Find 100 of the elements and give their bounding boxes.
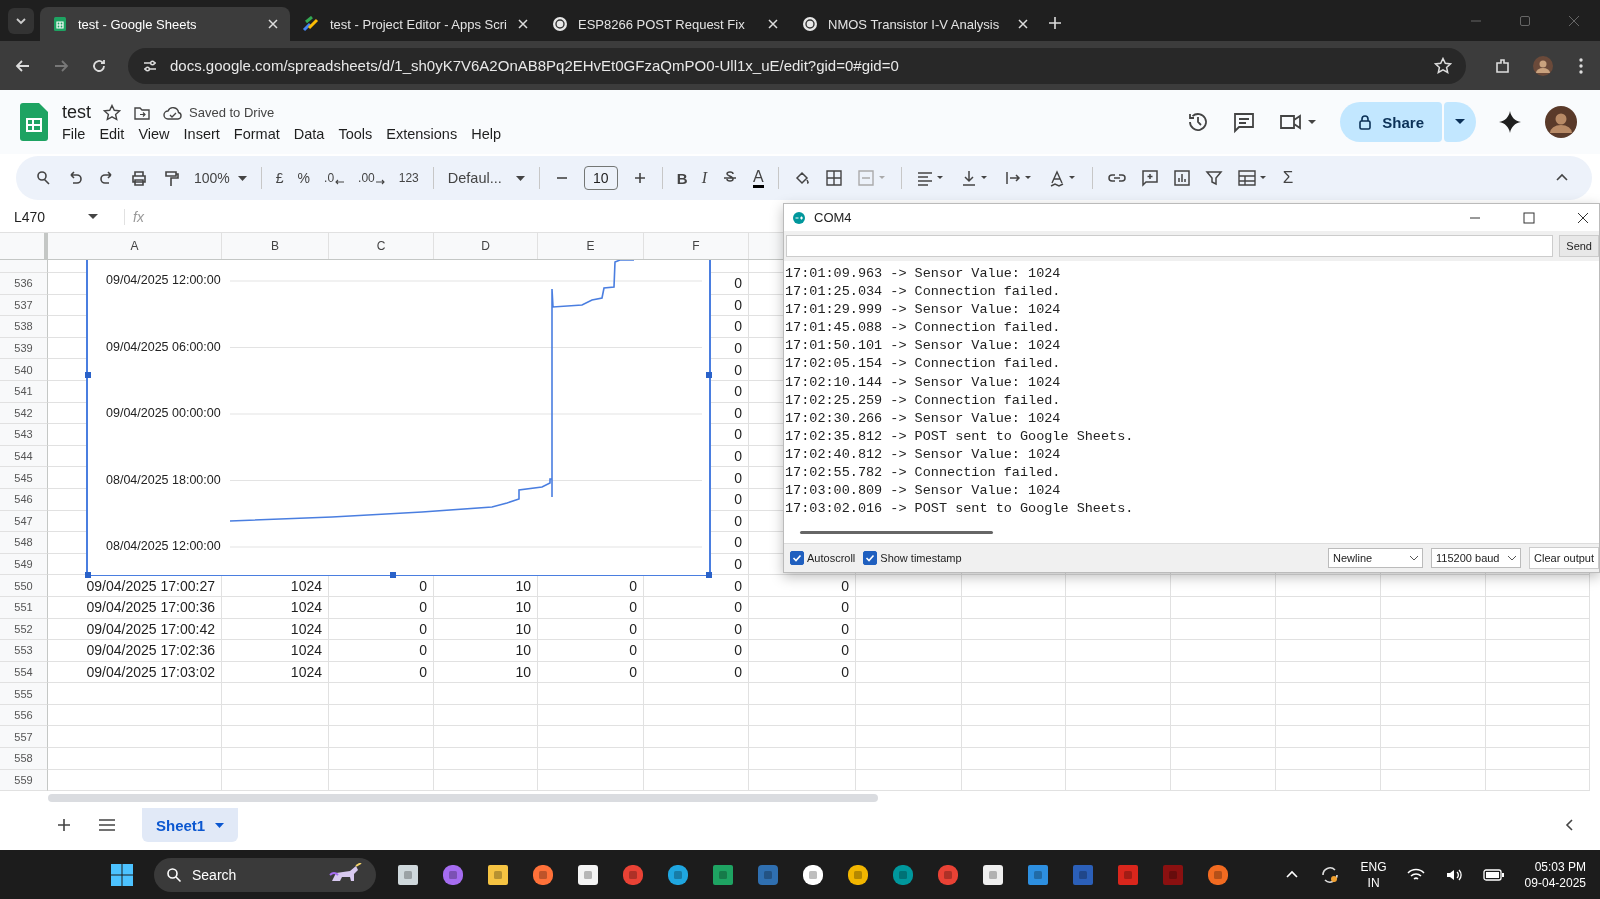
menu-item[interactable]: Extensions (386, 126, 458, 142)
align-icon[interactable] (915, 169, 946, 187)
resize-handle[interactable] (85, 372, 91, 378)
row-header[interactable]: 546 (0, 488, 48, 511)
name-box[interactable]: L470 (14, 209, 88, 225)
sheet-tab[interactable]: Sheet1 (142, 808, 239, 842)
autoscroll-checkbox[interactable]: Autoscroll (790, 551, 856, 565)
merge-cells-icon[interactable] (856, 169, 887, 187)
row-header[interactable]: 547 (0, 510, 48, 533)
percent-button[interactable]: % (297, 170, 311, 186)
sheets-logo-icon[interactable] (20, 103, 48, 141)
currency-button[interactable]: £ (275, 170, 284, 186)
number-format-button[interactable]: 123 (398, 171, 419, 185)
row-header[interactable]: 540 (0, 359, 48, 381)
functions-button[interactable]: Σ (1282, 168, 1294, 188)
row-header[interactable]: 549 (0, 553, 48, 576)
browser-tab[interactable]: test - Google Sheets (40, 7, 290, 41)
row-header[interactable]: 537 (0, 294, 48, 317)
text-color-button[interactable]: A (752, 168, 764, 188)
close-icon[interactable] (1577, 211, 1589, 224)
row-header[interactable]: 544 (0, 445, 48, 468)
maximize-icon[interactable] (1519, 15, 1531, 27)
maximize-icon[interactable] (1523, 211, 1535, 224)
decrease-decimals-button[interactable]: .0 (324, 171, 345, 185)
resize-handle[interactable] (706, 372, 712, 378)
font-size-field[interactable]: 10 (583, 166, 618, 190)
row-header[interactable]: 542 (0, 402, 48, 425)
row-header[interactable]: 539 (0, 337, 48, 360)
menu-item[interactable]: Edit (99, 126, 125, 142)
browser-tab[interactable]: NMOS Transistor I-V Analysis (790, 7, 1040, 41)
tab-search-button[interactable] (8, 8, 34, 34)
share-button[interactable]: Share (1340, 102, 1442, 142)
filter-icon[interactable] (1204, 169, 1223, 187)
scrollbar[interactable] (48, 794, 878, 803)
app-icon[interactable] (981, 862, 1005, 887)
menu-item[interactable]: File (62, 126, 86, 142)
row-header[interactable]: 552 (0, 618, 48, 641)
chart[interactable]: 09/04/2025 12:00:00 09/04/2025 06:00:00 09/04/2025 00:00:00 08/04/2025 18:00:00 08/04/2025 12:00:00 (86, 260, 711, 576)
wifi-icon[interactable] (1406, 866, 1425, 883)
menu-item[interactable]: Insert (183, 126, 220, 142)
menu-item[interactable]: Data (293, 126, 325, 142)
menu-icon[interactable] (98, 817, 116, 833)
row-header[interactable]: 545 (0, 467, 48, 489)
font-dropdown[interactable]: Defaul... (447, 170, 525, 186)
paint-format-icon[interactable] (162, 169, 180, 187)
baud-rate-dropdown[interactable]: 115200 baud (1431, 548, 1522, 568)
battery-icon[interactable] (1482, 867, 1505, 882)
bold-button[interactable]: B (676, 169, 688, 187)
scrollbar[interactable] (800, 531, 993, 534)
chart-icon[interactable] (1172, 169, 1191, 187)
row-header[interactable]: 558 (0, 748, 48, 770)
row-header[interactable]: 543 (0, 424, 48, 446)
increase-decimals-button[interactable]: .00 (358, 171, 385, 185)
borders-icon[interactable] (824, 169, 843, 187)
resize-handle[interactable] (85, 572, 91, 578)
column-header[interactable]: B (222, 233, 329, 259)
new-tab-icon[interactable] (1048, 16, 1062, 30)
star-icon[interactable] (103, 103, 121, 122)
avatar-icon[interactable] (1544, 105, 1578, 139)
search-field[interactable]: Search (154, 857, 376, 892)
italic-button[interactable]: I (701, 169, 707, 187)
search-icon[interactable] (34, 169, 52, 187)
browser-tab[interactable]: test - Project Editor - Apps Scri (290, 7, 540, 41)
comment-icon[interactable] (1232, 110, 1257, 134)
chevron-left-icon[interactable] (1564, 818, 1576, 832)
row-header[interactable]: 555 (0, 683, 48, 705)
column-header[interactable]: C (329, 233, 434, 259)
send-button[interactable]: Send (1559, 235, 1599, 257)
input-field[interactable] (786, 235, 1554, 257)
timestamp-checkbox[interactable]: Show timestamp (863, 551, 962, 565)
column-header[interactable]: E (538, 233, 644, 259)
clear-output-button[interactable]: Clear output (1529, 547, 1599, 569)
resize-handle[interactable] (390, 572, 396, 578)
menu-item[interactable]: Help (471, 126, 501, 142)
windows-start-icon[interactable] (110, 862, 134, 887)
bookmark-star-icon[interactable] (1434, 56, 1452, 75)
share-options-button[interactable] (1444, 102, 1476, 142)
clock[interactable]: 05:03 PM 09-04-2025 (1524, 858, 1586, 891)
sparkle-icon[interactable] (1498, 110, 1522, 134)
menu-item[interactable]: Tools (338, 126, 373, 142)
menu-item[interactable]: Format (233, 126, 280, 142)
column-header[interactable]: D (434, 233, 538, 259)
add-sheet-icon[interactable] (56, 817, 72, 833)
document-title[interactable]: test (62, 102, 91, 123)
row-header[interactable]: 536 (0, 273, 48, 295)
language-indicator[interactable]: ENG IN (1360, 858, 1387, 891)
checkbox[interactable] (863, 551, 878, 565)
column-header[interactable]: A (48, 233, 222, 259)
add-comment-icon[interactable] (1140, 169, 1159, 187)
browser-tab[interactable]: ESP8266 POST Request Fix (540, 7, 790, 41)
row-header[interactable]: 538 (0, 316, 48, 338)
caret-icon[interactable] (88, 214, 98, 220)
zoom-dropdown[interactable]: 100% (194, 170, 247, 186)
checkbox[interactable] (790, 551, 804, 565)
menu-item[interactable]: View (138, 126, 170, 142)
address-bar[interactable]: docs.google.com/spreadsheets/d/1_sh0yK7V6A2OnAB8Pq2EHvEt0GFzaQmPO0-Ull1x_uE/edit?gid=0#gid=0 (128, 47, 1466, 84)
avatar-icon[interactable] (1532, 54, 1554, 77)
row-header[interactable]: 554 (0, 661, 48, 684)
row-header[interactable]: 541 (0, 380, 48, 403)
column-header[interactable]: F (644, 233, 749, 259)
